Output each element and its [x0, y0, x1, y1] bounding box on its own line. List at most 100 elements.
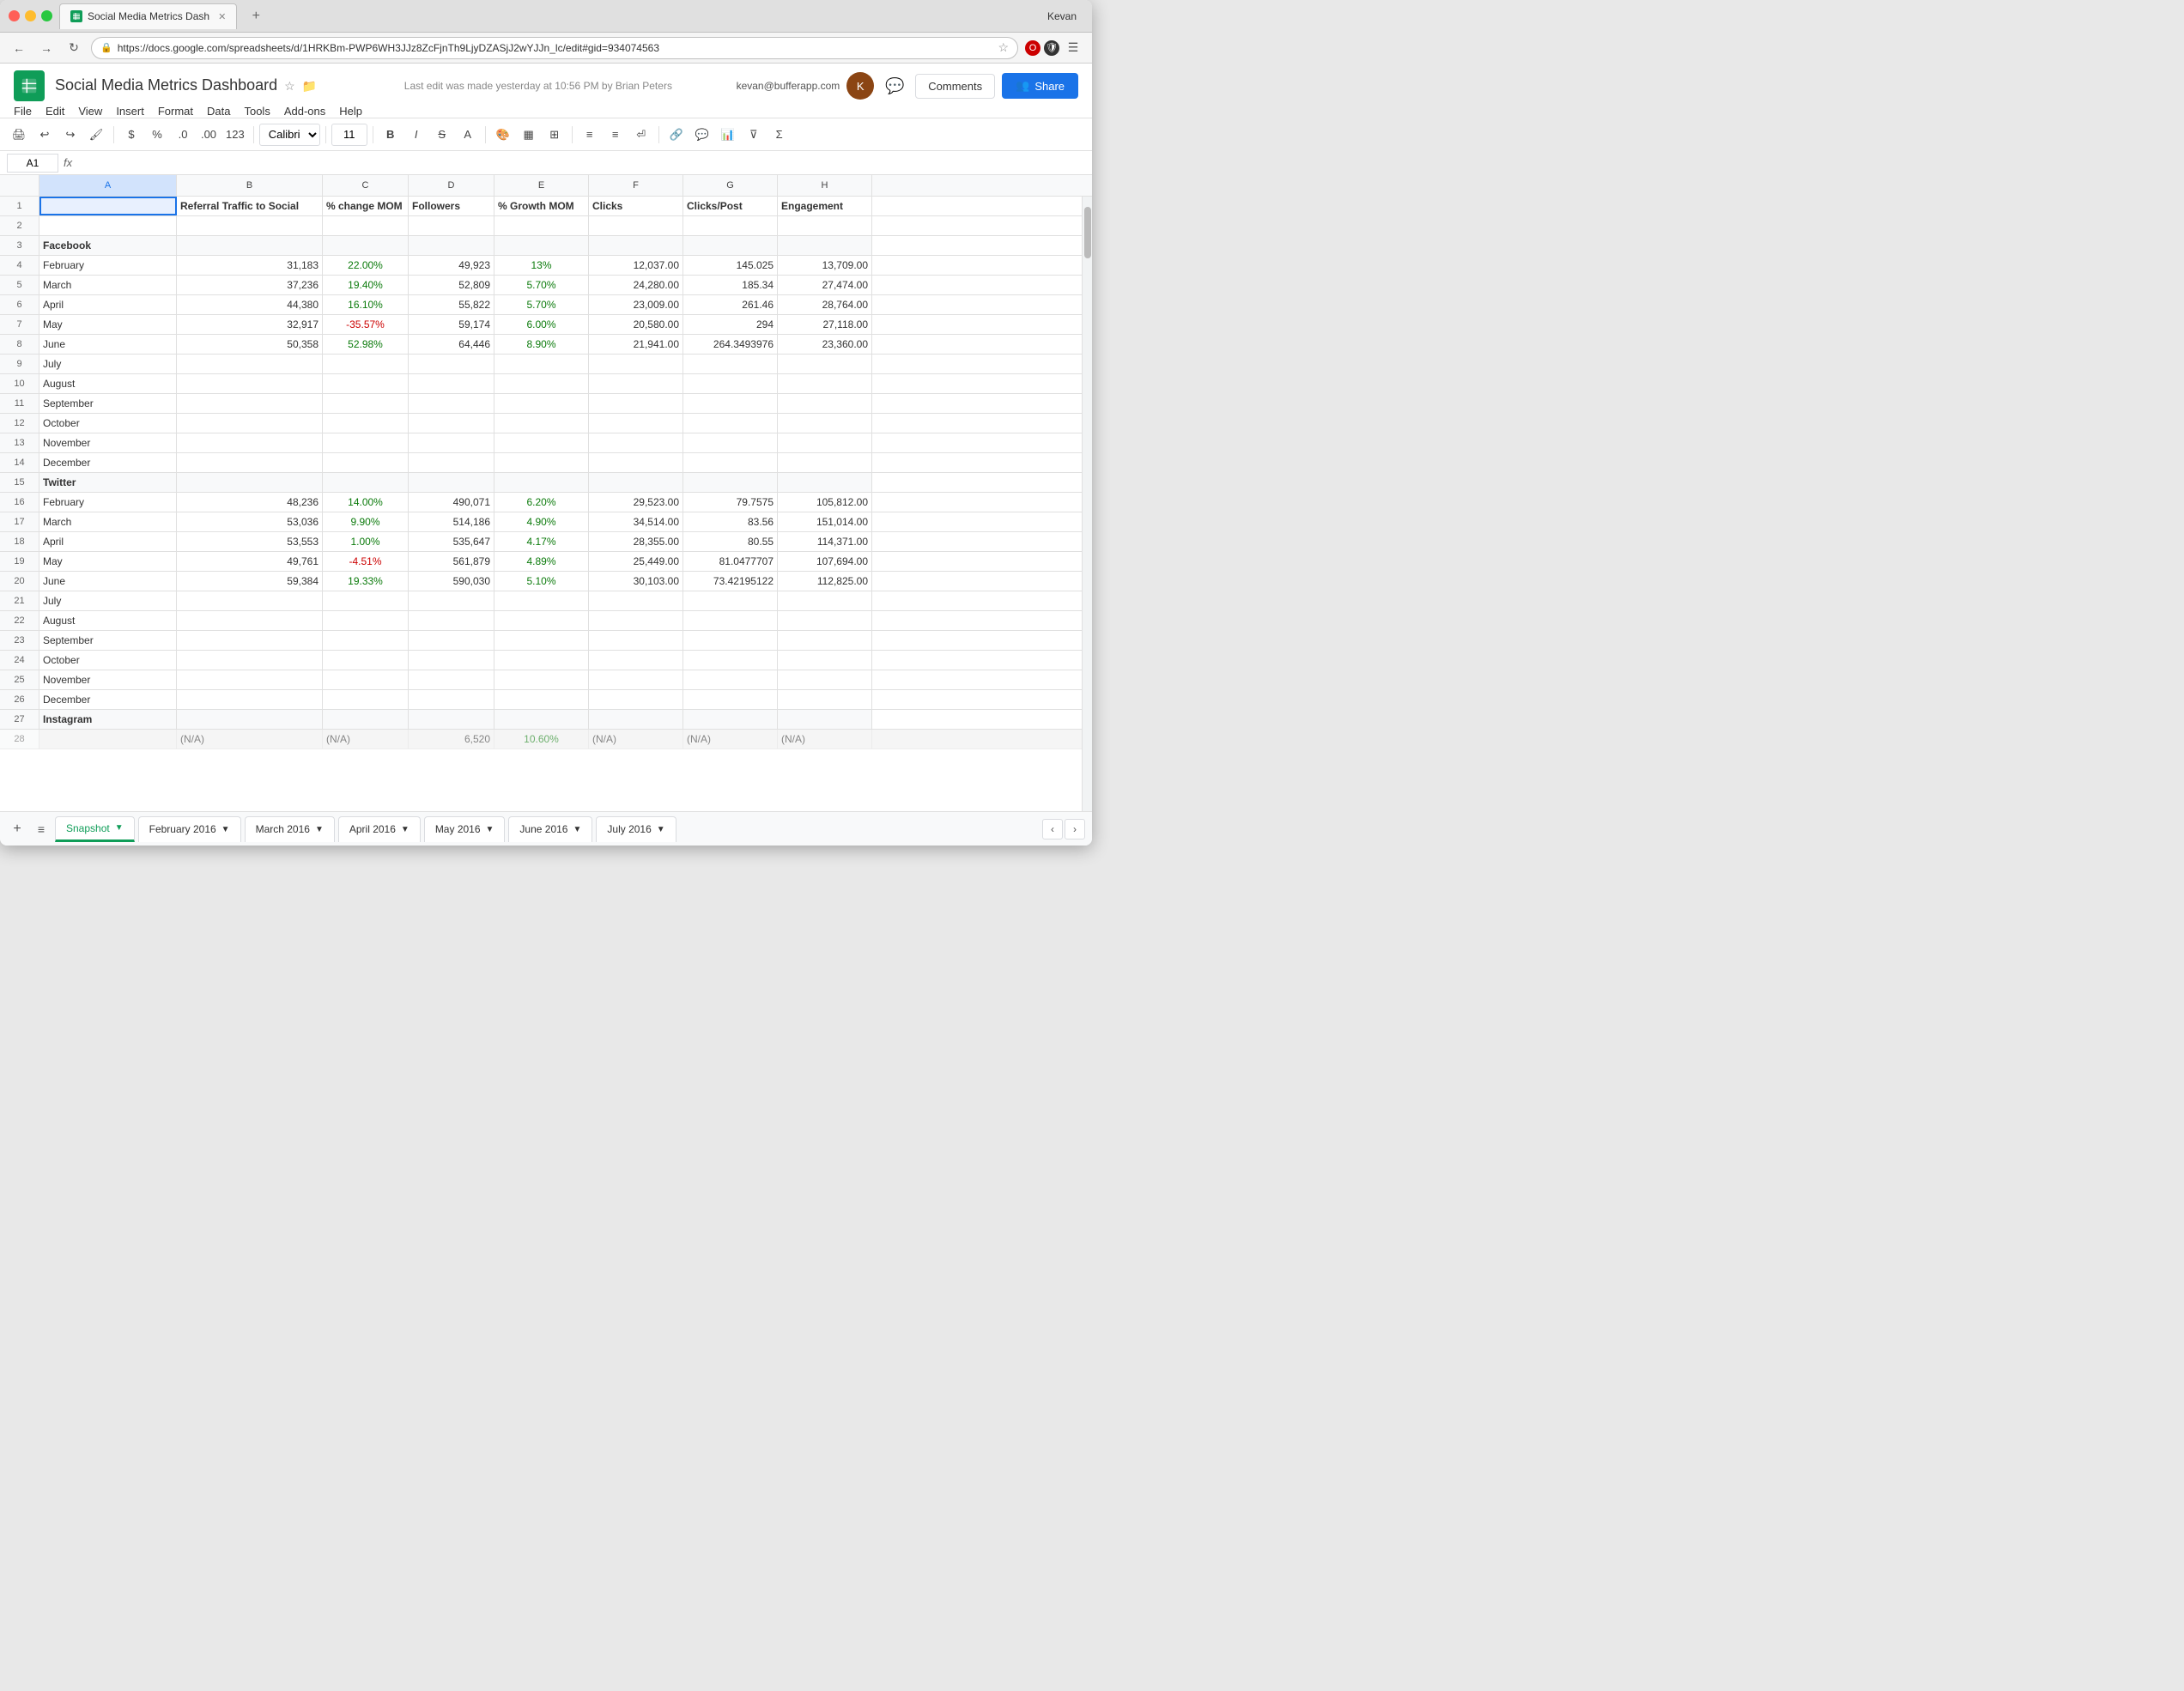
cell-h2[interactable] [778, 216, 872, 235]
col-header-e[interactable]: E [494, 175, 589, 196]
cell-h6[interactable]: 28,764.00 [778, 295, 872, 314]
wrap-button[interactable]: ⏎ [629, 123, 653, 147]
tab-dropdown-icon[interactable]: ▼ [115, 823, 124, 833]
row-number[interactable]: 6 [0, 295, 39, 314]
cell-g3[interactable] [683, 236, 778, 255]
cell-a7[interactable]: May [39, 315, 177, 334]
scroll-thumb[interactable] [1084, 207, 1091, 258]
font-size-input[interactable] [331, 124, 367, 146]
cell-h4[interactable]: 13,709.00 [778, 256, 872, 275]
percent-button[interactable]: % [145, 123, 169, 147]
menu-data[interactable]: Data [207, 105, 230, 118]
cell-b5[interactable]: 37,236 [177, 276, 323, 294]
cell-d7[interactable]: 59,174 [409, 315, 494, 334]
tab-dropdown-icon[interactable]: ▼ [657, 825, 665, 834]
italic-button[interactable]: I [404, 123, 428, 147]
borders-button[interactable]: ▦ [517, 123, 541, 147]
align-middle-button[interactable]: ≡ [604, 123, 628, 147]
sheet-tab-jul2016[interactable]: July 2016 ▼ [596, 816, 676, 842]
strikethrough-button[interactable]: S [430, 123, 454, 147]
row-number[interactable]: 14 [0, 453, 39, 472]
cell-b8[interactable]: 50,358 [177, 335, 323, 354]
folder-icon[interactable]: 📁 [302, 79, 317, 94]
row-number[interactable]: 12 [0, 414, 39, 433]
menu-view[interactable]: View [78, 105, 102, 118]
row-number[interactable]: 4 [0, 256, 39, 275]
sheet-tab-may2016[interactable]: May 2016 ▼ [424, 816, 506, 842]
tab-close-button[interactable]: ✕ [218, 11, 226, 22]
shield-ext-icon[interactable]: 🛡 [1044, 40, 1059, 56]
chart-button[interactable]: 📊 [716, 123, 740, 147]
decimal-less-button[interactable]: .0 [171, 123, 195, 147]
cell-f8[interactable]: 21,941.00 [589, 335, 683, 354]
sheet-tab-mar2016[interactable]: March 2016 ▼ [245, 816, 335, 842]
row-number[interactable]: 2 [0, 216, 39, 235]
col-header-b[interactable]: B [177, 175, 323, 196]
cell-g8[interactable]: 264.3493976 [683, 335, 778, 354]
menu-insert[interactable]: Insert [116, 105, 144, 118]
cell-c2[interactable] [323, 216, 409, 235]
cell-e2[interactable] [494, 216, 589, 235]
redo-button[interactable]: ↪ [58, 123, 82, 147]
cell-a27[interactable]: Instagram [39, 710, 177, 729]
cell-h3[interactable] [778, 236, 872, 255]
row-number[interactable]: 28 [0, 730, 39, 749]
cell-e1[interactable]: % Growth MOM [494, 197, 589, 215]
cell-c7[interactable]: -35.57% [323, 315, 409, 334]
row-number[interactable]: 10 [0, 374, 39, 393]
link-button[interactable]: 🔗 [664, 123, 689, 147]
cell-b1[interactable]: Referral Traffic to Social [177, 197, 323, 215]
col-header-f[interactable]: F [589, 175, 683, 196]
sheet-tab-feb2016[interactable]: February 2016 ▼ [138, 816, 241, 842]
cell-e6[interactable]: 5.70% [494, 295, 589, 314]
cell-h1[interactable]: Engagement [778, 197, 872, 215]
tab-dropdown-icon[interactable]: ▼ [401, 825, 410, 834]
row-number[interactable]: 8 [0, 335, 39, 354]
menu-button[interactable]: ☰ [1063, 38, 1083, 58]
sheet-list-button[interactable]: ≡ [31, 819, 52, 839]
cell-b4[interactable]: 31,183 [177, 256, 323, 275]
bold-button[interactable]: B [379, 123, 403, 147]
row-number[interactable]: 13 [0, 433, 39, 452]
menu-tools[interactable]: Tools [244, 105, 270, 118]
cell-c5[interactable]: 19.40% [323, 276, 409, 294]
cell-reference-input[interactable] [7, 154, 58, 173]
sheet-tab-snapshot[interactable]: Snapshot ▼ [55, 816, 135, 842]
cell-d2[interactable] [409, 216, 494, 235]
print-button[interactable]: 🖨 [7, 123, 31, 147]
close-button[interactable] [9, 10, 20, 21]
browser-tab[interactable]: Social Media Metrics Dash ✕ [59, 3, 237, 29]
menu-edit[interactable]: Edit [46, 105, 64, 118]
row-number[interactable]: 24 [0, 651, 39, 670]
col-header-c[interactable]: C [323, 175, 409, 196]
menu-addons[interactable]: Add-ons [284, 105, 325, 118]
cell-c4[interactable]: 22.00% [323, 256, 409, 275]
tab-dropdown-icon[interactable]: ▼ [573, 825, 581, 834]
col-header-h[interactable]: H [778, 175, 872, 196]
cell-c3[interactable] [323, 236, 409, 255]
row-number[interactable]: 5 [0, 276, 39, 294]
next-tab-button[interactable]: › [1065, 819, 1085, 839]
cell-f1[interactable]: Clicks [589, 197, 683, 215]
cell-e8[interactable]: 8.90% [494, 335, 589, 354]
cell-h8[interactable]: 23,360.00 [778, 335, 872, 354]
opera-ext-icon[interactable]: O [1025, 40, 1040, 56]
cell-h7[interactable]: 27,118.00 [778, 315, 872, 334]
filter-button[interactable]: ⊽ [742, 123, 766, 147]
maximize-button[interactable] [41, 10, 52, 21]
cell-f5[interactable]: 24,280.00 [589, 276, 683, 294]
cell-c6[interactable]: 16.10% [323, 295, 409, 314]
cell-e4[interactable]: 13% [494, 256, 589, 275]
cell-a4[interactable]: February [39, 256, 177, 275]
cell-g5[interactable]: 185.34 [683, 276, 778, 294]
cell-f4[interactable]: 12,037.00 [589, 256, 683, 275]
refresh-button[interactable]: ↻ [64, 38, 84, 58]
cell-e3[interactable] [494, 236, 589, 255]
prev-tab-button[interactable]: ‹ [1042, 819, 1063, 839]
col-header-g[interactable]: G [683, 175, 778, 196]
row-number[interactable]: 22 [0, 611, 39, 630]
sheet-tab-apr2016[interactable]: April 2016 ▼ [338, 816, 421, 842]
row-number[interactable]: 25 [0, 670, 39, 689]
dollar-button[interactable]: $ [119, 123, 143, 147]
menu-help[interactable]: Help [339, 105, 362, 118]
